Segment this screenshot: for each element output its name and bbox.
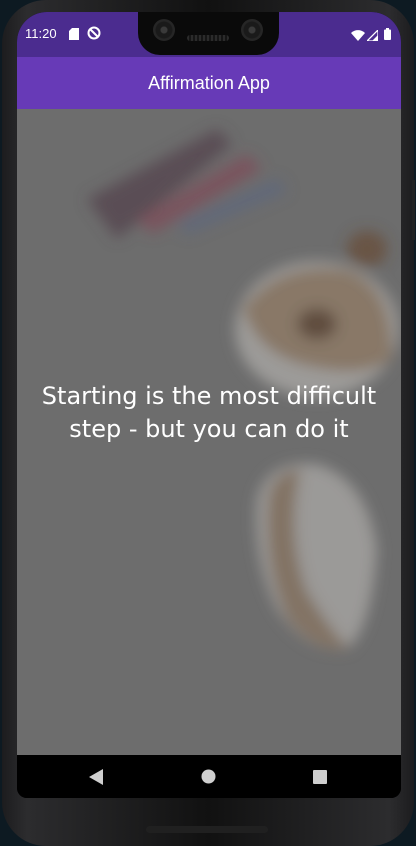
front-camera-left [153,19,175,41]
navigation-bar [17,755,401,798]
battery-icon [384,27,391,45]
recents-icon[interactable] [313,770,327,789]
data-saver-icon [87,26,101,45]
earpiece-speaker [187,35,229,41]
phone-side-button [412,180,415,240]
back-icon[interactable] [89,769,103,790]
app-bar: Affirmation App [17,57,401,109]
signal-icon [365,28,379,46]
home-icon[interactable] [201,769,216,789]
status-bar: 11:20 [17,12,401,57]
phone-frame: 11:20 Affirmation App Starting is the mo… [2,0,415,846]
wifi-icon [351,28,365,46]
camera-notch [138,12,279,55]
front-camera-right [241,19,263,41]
bottom-speaker-grille [146,826,268,833]
sd-card-icon [69,27,79,45]
app-title: Affirmation App [148,72,270,93]
affirmation-text: Starting is the most difficult step - bu… [41,382,377,443]
affirmation-view: Starting is the most difficult step - bu… [17,109,401,755]
status-time: 11:20 [25,26,57,41]
screen: 11:20 Affirmation App Starting is the mo… [17,12,401,798]
